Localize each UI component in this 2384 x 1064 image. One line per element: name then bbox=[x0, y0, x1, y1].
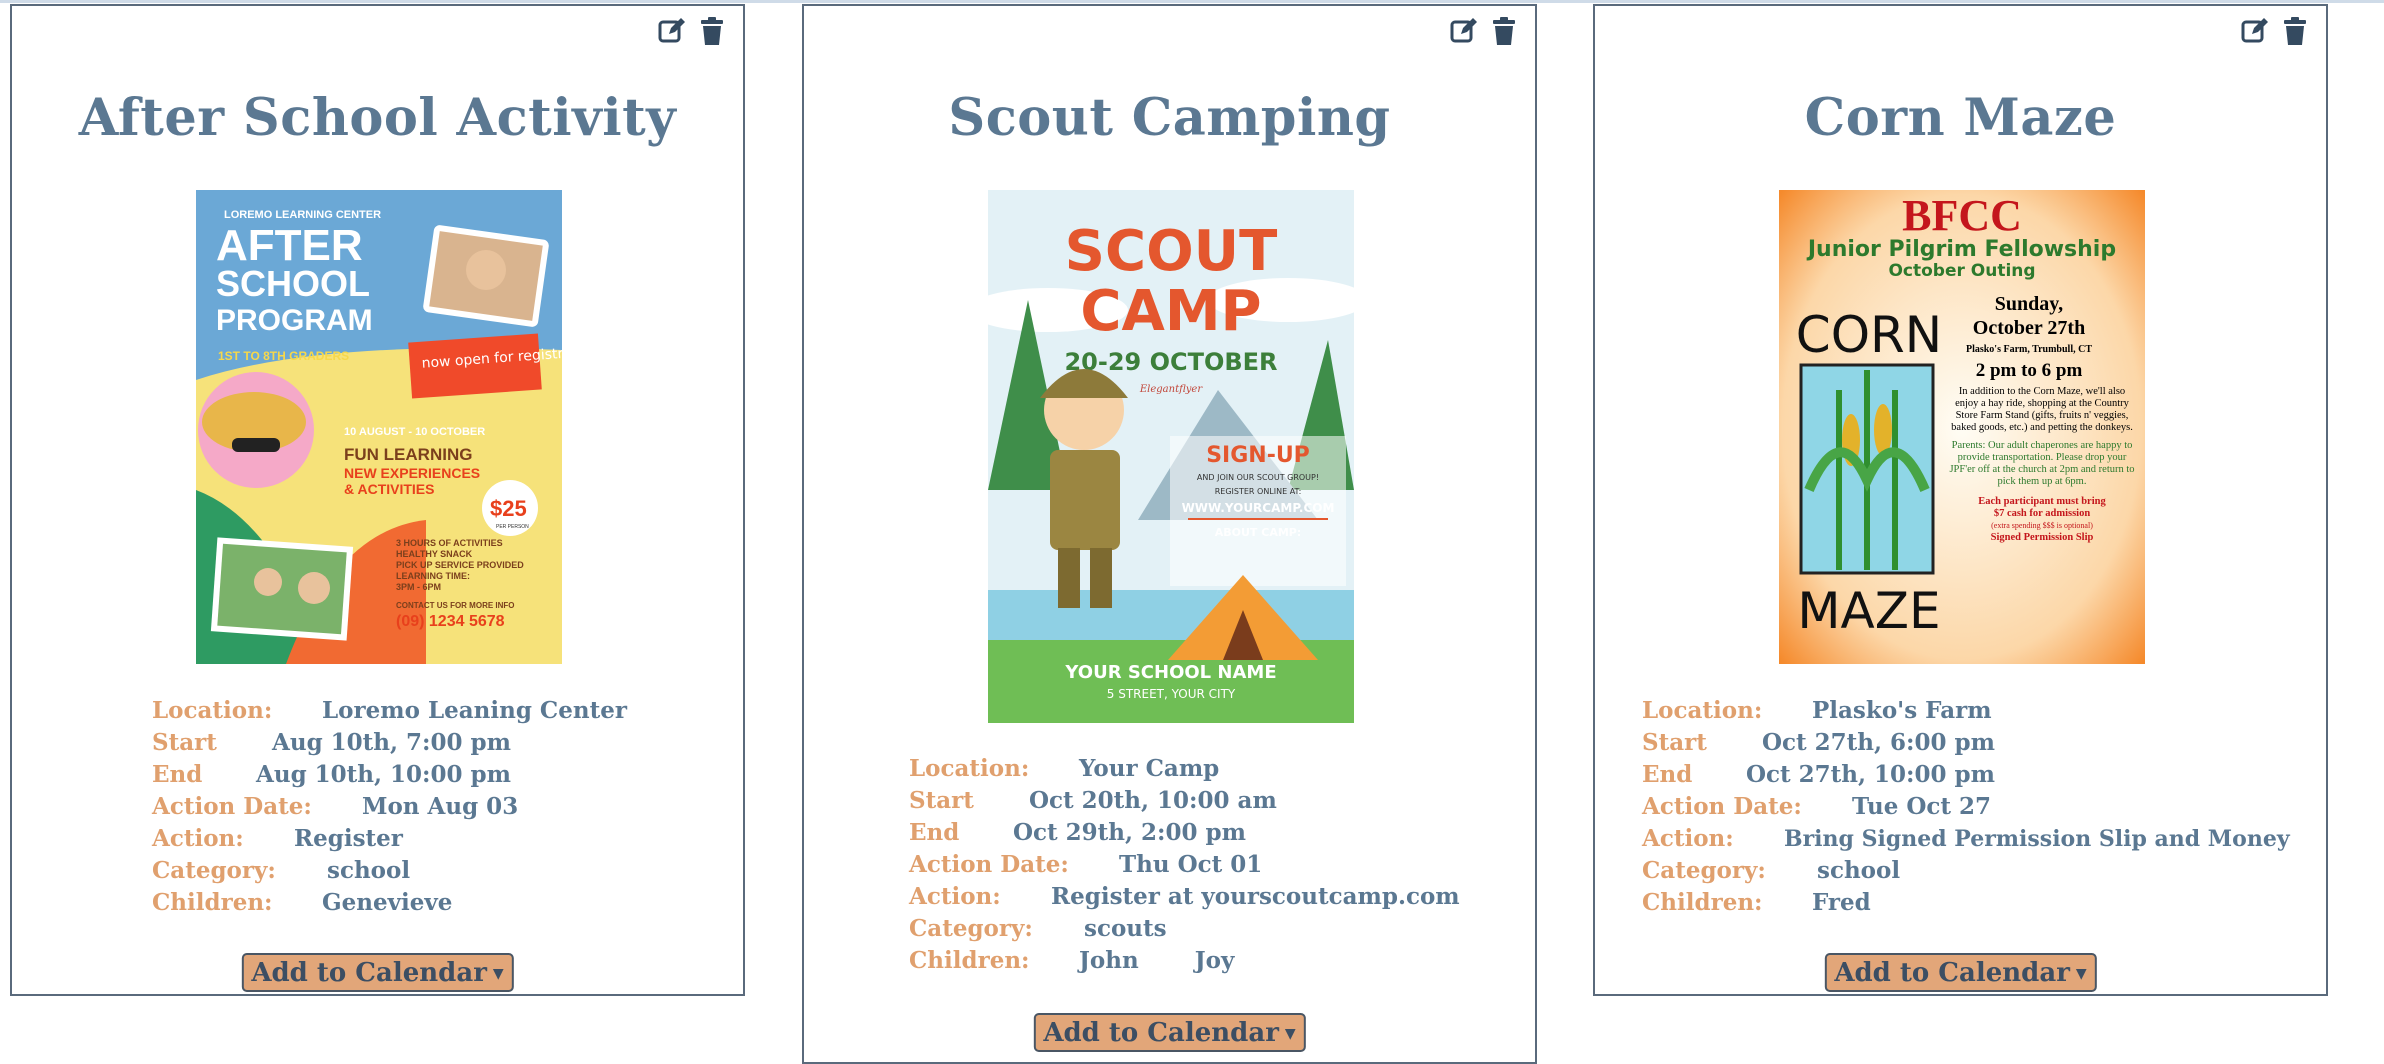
event-poster-image: SCOUT CAMP 20-29 OCTOBER Elegantflyer SI… bbox=[988, 190, 1354, 723]
poster-price: $25 bbox=[490, 496, 527, 521]
event-poster-image: BFCC Junior Pilgrim Fellowship October O… bbox=[1779, 190, 2145, 664]
poster-bullet: PICK UP SERVICE PROVIDED bbox=[396, 560, 524, 570]
poster-parents: Parents: Our adult chaperones are happy … bbox=[1949, 440, 2135, 487]
field-children: Children: John Joy bbox=[909, 947, 1235, 974]
event-details: Location: Your Camp Start Oct 20th, 10:00 … bbox=[804, 753, 1535, 977]
poster-join: AND JOIN OUR SCOUT GROUP! bbox=[1197, 473, 1319, 482]
event-title: Scout Camping bbox=[948, 88, 1391, 148]
poster-price-sub: PER PERSON bbox=[496, 524, 529, 530]
poster-each3: (extra spending $$$ is optional) bbox=[1991, 521, 2093, 530]
field-location: Location: Plasko's Farm bbox=[1642, 697, 1992, 724]
field-children: Children: Fred bbox=[1642, 889, 1871, 916]
field-start: Start Aug 10th, 7:00 pm bbox=[152, 729, 511, 756]
caret-down-icon: ▼ bbox=[2075, 966, 2087, 982]
add-to-calendar-label: Add to Calendar bbox=[251, 958, 487, 988]
field-start: Start Oct 20th, 10:00 am bbox=[909, 787, 1277, 814]
add-to-calendar-label: Add to Calendar bbox=[1834, 958, 2070, 988]
poster-street: 5 STREET, YOUR CITY bbox=[1107, 687, 1236, 701]
top-border bbox=[0, 0, 2384, 3]
add-to-calendar-label: Add to Calendar bbox=[1043, 1018, 1279, 1048]
poster-line3: PROGRAM bbox=[216, 304, 373, 337]
field-location: Location: Your Camp bbox=[909, 755, 1220, 782]
poster-bullet: LEARNING TIME: bbox=[396, 571, 470, 581]
poster-sub1: Junior Pilgrim Fellowship bbox=[1806, 237, 2116, 262]
poster-slip: Signed Permission Slip bbox=[1990, 532, 2094, 543]
poster-corn: CORN bbox=[1796, 306, 1942, 364]
field-action-date: Action Date: Mon Aug 03 bbox=[152, 793, 519, 820]
poster-bullet: 3 HOURS OF ACTIVITIES bbox=[396, 538, 503, 548]
field-end: End Oct 29th, 2:00 pm bbox=[909, 819, 1246, 846]
add-to-calendar-button[interactable]: Add to Calendar ▼ bbox=[1824, 953, 2097, 992]
poster-place: Plasko's Farm, Trumbull, CT bbox=[1966, 344, 2092, 355]
poster-dates: 10 AUGUST - 10 OCTOBER bbox=[344, 426, 485, 438]
card-tools bbox=[657, 16, 727, 46]
poster-org: LOREMO LEARNING CENTER bbox=[224, 209, 381, 221]
field-category: Category: scouts bbox=[909, 915, 1167, 942]
poster-bullet: HEALTHY SNACK bbox=[396, 549, 473, 559]
card-tools bbox=[2240, 16, 2310, 46]
event-poster-image: LOREMO LEARNING CENTER AFTER SCHOOL PROG… bbox=[196, 190, 562, 664]
poster-new1: NEW EXPERIENCES bbox=[344, 465, 480, 481]
poster-phone: (09) 1234 5678 bbox=[396, 613, 505, 630]
event-title: Corn Maze bbox=[1804, 88, 2117, 148]
field-action: Action: Bring Signed Permission Slip and … bbox=[1642, 825, 2290, 852]
poster-head: BFCC bbox=[1902, 191, 2022, 240]
poster-time: 2 pm to 6 pm bbox=[1976, 360, 2083, 381]
field-end: End Oct 27th, 10:00 pm bbox=[1642, 761, 1995, 788]
poster-body: In addition to the Corn Maze, we'll also… bbox=[1951, 386, 2133, 433]
poster-each1: Each participant must bring bbox=[1978, 496, 2106, 507]
caret-down-icon: ▼ bbox=[492, 966, 504, 982]
poster-grades: 1ST TO 8TH GRADERS bbox=[218, 349, 349, 363]
caret-down-icon: ▼ bbox=[1284, 1026, 1296, 1042]
poster-signup: SIGN-UP bbox=[1206, 443, 1310, 468]
poster-line1: SCOUT bbox=[1065, 219, 1278, 284]
event-card-scout-camping: Scout Camping SCOUT CAMP 20-29 OCTOBER E… bbox=[802, 4, 1537, 1064]
add-to-calendar-button[interactable]: Add to Calendar ▼ bbox=[1033, 1013, 1306, 1052]
poster-each2: $7 cash for admission bbox=[1993, 508, 2091, 519]
field-action-date: Action Date: Tue Oct 27 bbox=[1642, 793, 1992, 820]
event-card-after-school: After School Activity LOREMO LEARNING CE… bbox=[10, 4, 745, 996]
poster-about: ABOUT CAMP: bbox=[1215, 526, 1302, 539]
edit-icon[interactable] bbox=[657, 16, 687, 46]
poster-fun: FUN LEARNING bbox=[344, 445, 472, 464]
field-end: End Aug 10th, 10:00 pm bbox=[152, 761, 511, 788]
edit-icon[interactable] bbox=[2240, 16, 2270, 46]
field-category: Category: school bbox=[1642, 857, 1901, 884]
field-children: Children: Genevieve bbox=[152, 889, 453, 916]
poster-sub2: October Outing bbox=[1888, 261, 2035, 281]
poster-register: REGISTER ONLINE AT: bbox=[1215, 487, 1302, 496]
poster-url: WWW.YOURCAMP.COM bbox=[1182, 501, 1335, 515]
card-tools bbox=[1449, 16, 1519, 46]
event-card-corn-maze: Corn Maze BFCC Junior Pilgrim Fellowship… bbox=[1593, 4, 2328, 996]
field-action: Action: Register bbox=[152, 825, 403, 852]
poster-brand: Elegantflyer bbox=[1139, 384, 1203, 395]
poster-maze: MAZE bbox=[1797, 582, 1940, 640]
event-title: After School Activity bbox=[78, 88, 677, 148]
poster-line2: CAMP bbox=[1080, 279, 1261, 344]
trash-icon[interactable] bbox=[2280, 16, 2310, 46]
poster-day: Sunday, bbox=[1995, 293, 2063, 315]
field-start: Start Oct 27th, 6:00 pm bbox=[1642, 729, 1995, 756]
add-to-calendar-button[interactable]: Add to Calendar ▼ bbox=[241, 953, 514, 992]
field-category: Category: school bbox=[152, 857, 411, 884]
event-details: Location: Plasko's Farm Start Oct 27th, 6:… bbox=[1595, 695, 2326, 919]
edit-icon[interactable] bbox=[1449, 16, 1479, 46]
poster-bullet: 3PM - 6PM bbox=[396, 582, 441, 592]
poster-new2: & ACTIVITIES bbox=[344, 481, 435, 497]
event-details: Location: Loremo Leaning Center Start Aug … bbox=[12, 695, 743, 919]
field-action-date: Action Date: Thu Oct 01 bbox=[909, 851, 1263, 878]
poster-line2: SCHOOL bbox=[216, 263, 370, 304]
trash-icon[interactable] bbox=[1489, 16, 1519, 46]
trash-icon[interactable] bbox=[697, 16, 727, 46]
poster-contact: CONTACT US FOR MORE INFO bbox=[396, 601, 515, 610]
poster-date: October 27th bbox=[1973, 317, 2085, 339]
field-location: Location: Loremo Leaning Center bbox=[152, 697, 627, 724]
field-action: Action: Register at yourscoutcamp.com bbox=[909, 883, 1460, 910]
poster-school: YOUR SCHOOL NAME bbox=[1064, 662, 1276, 683]
